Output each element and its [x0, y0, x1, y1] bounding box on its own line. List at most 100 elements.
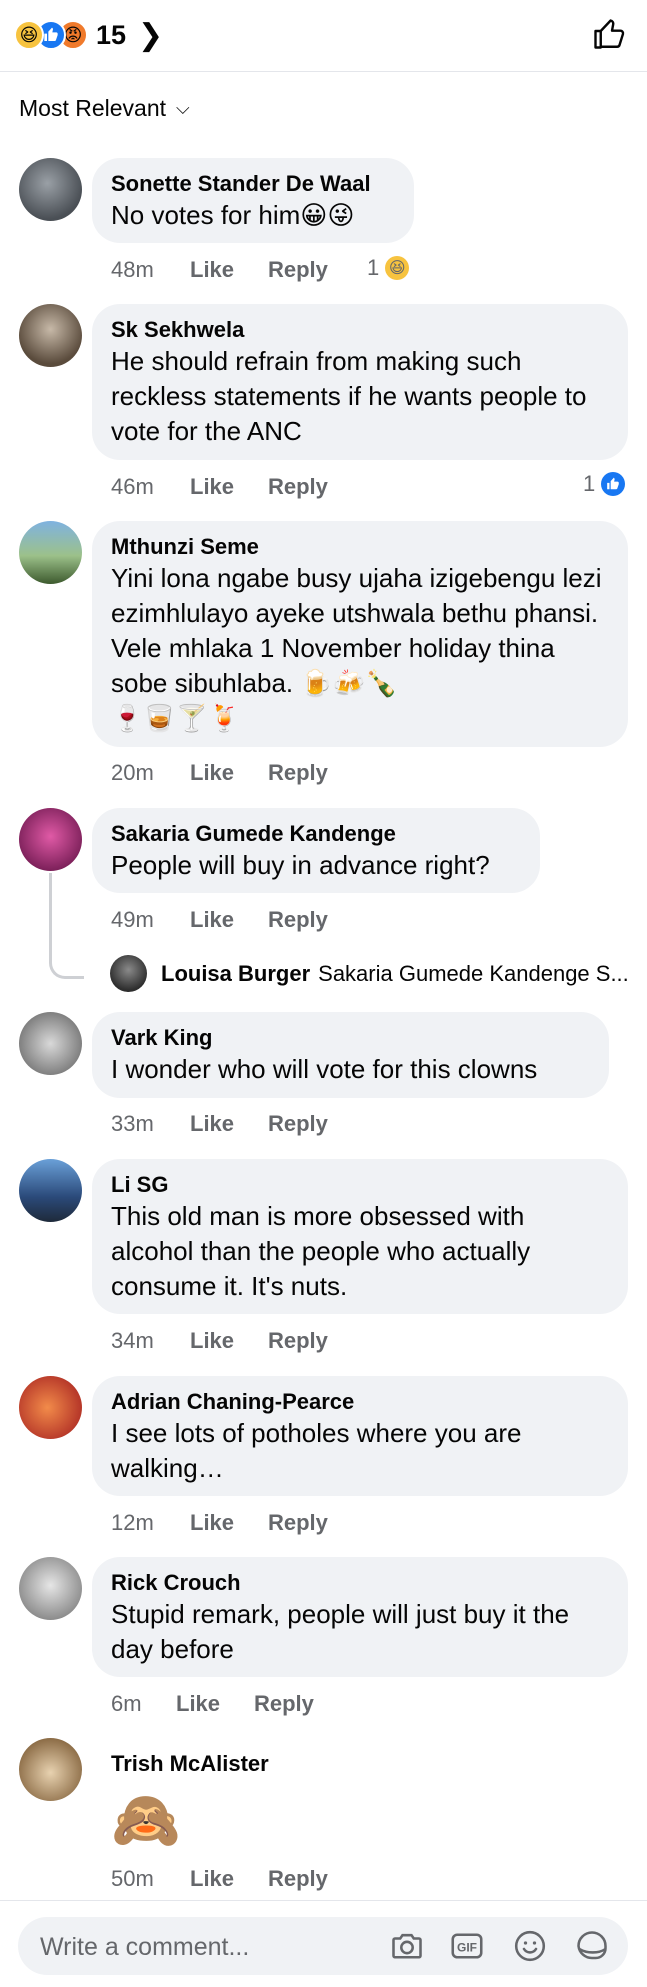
comment-time[interactable]: 12m — [111, 1510, 190, 1536]
comment-time[interactable]: 20m — [111, 760, 190, 786]
avatar[interactable] — [19, 1376, 82, 1439]
avatar[interactable] — [19, 1159, 82, 1222]
like-button[interactable]: Like — [190, 257, 268, 283]
avatar[interactable] — [19, 521, 82, 584]
like-reaction-icon — [601, 472, 626, 496]
like-button[interactable]: Like — [190, 1510, 268, 1536]
comment-actions: 46m Like Reply — [111, 474, 328, 500]
comment-author[interactable]: Sk Sekhwela — [111, 316, 608, 344]
chevron-down-icon: ⌵ — [176, 98, 190, 118]
comment-bubble[interactable]: Vark King I wonder who will vote for thi… — [92, 1012, 609, 1098]
comment-bubble[interactable]: Adrian Chaning-Pearce I see lots of poth… — [92, 1376, 628, 1496]
haha-reaction-icon: 😆 — [14, 20, 44, 50]
comment-actions: 48m Like Reply — [111, 257, 328, 283]
comment-author[interactable]: Sakaria Gumede Kandenge — [111, 820, 520, 848]
like-button[interactable]: Like — [190, 907, 268, 933]
reply-button[interactable]: Reply — [268, 1328, 328, 1354]
comment-input[interactable] — [38, 1917, 382, 1977]
chevron-right-icon[interactable]: ❯ — [138, 18, 163, 53]
comment-text: People will buy in advance right? — [111, 850, 490, 880]
haha-reaction-icon: 😆 — [385, 256, 410, 280]
comment-bubble[interactable]: Mthunzi Seme Yini lona ngabe busy ujaha … — [92, 521, 628, 747]
comment-time[interactable]: 34m — [111, 1328, 190, 1354]
comment-author[interactable]: Li SG — [111, 1171, 608, 1199]
comment-time[interactable]: 48m — [111, 257, 190, 283]
comment-actions: 50m Like Reply — [111, 1866, 328, 1892]
avatar[interactable] — [19, 1557, 82, 1620]
like-button[interactable]: Like — [176, 1691, 254, 1717]
like-button[interactable]: Like — [190, 1328, 268, 1354]
thumbs-up-icon[interactable] — [591, 16, 627, 52]
reply-button[interactable]: Reply — [268, 1866, 328, 1892]
avatar[interactable] — [19, 1012, 82, 1075]
comment-time[interactable]: 6m — [111, 1691, 176, 1717]
comment-author[interactable]: Trish McAlister — [111, 1750, 269, 1778]
reaction-number: 1 — [367, 255, 380, 280]
comment-text: Yini lona ngabe busy ujaha izigebengu le… — [111, 563, 602, 698]
comment-reaction-count[interactable]: 1 — [583, 471, 626, 497]
comment-actions: 34m Like Reply — [111, 1328, 328, 1354]
reply-preview[interactable]: Louisa Burger Sakaria Gumede Kandenge S.… — [110, 955, 629, 992]
comment-emoji-line: 🍷🥃🍸🍹 — [111, 703, 241, 733]
reply-author[interactable]: Louisa Burger — [161, 961, 310, 987]
emoji-icon[interactable] — [511, 1928, 549, 1964]
comment-actions: 33m Like Reply — [111, 1111, 328, 1137]
reaction-number: 1 — [583, 471, 596, 496]
comment-text: No votes for him😀😜 — [111, 200, 355, 230]
camera-icon[interactable] — [388, 1928, 426, 1964]
like-button[interactable]: Like — [190, 1111, 268, 1137]
reply-button[interactable]: Reply — [268, 1111, 328, 1137]
comment-actions: 6m Like Reply — [111, 1691, 314, 1717]
sort-dropdown[interactable]: Most Relevant ⌵ — [19, 95, 190, 122]
comment-author[interactable]: Mthunzi Seme — [111, 533, 608, 561]
comment-actions: 49m Like Reply — [111, 907, 328, 933]
reply-button[interactable]: Reply — [268, 1510, 328, 1536]
svg-text:GIF: GIF — [457, 1940, 477, 1954]
comment-author[interactable]: Vark King — [111, 1024, 589, 1052]
comment-bubble[interactable]: Sakaria Gumede Kandenge People will buy … — [92, 808, 540, 893]
reactions-header: 😆 😡 15 ❯ — [0, 0, 647, 72]
comment-author[interactable]: Sonette Stander De Waal — [111, 170, 394, 198]
reply-button[interactable]: Reply — [268, 907, 328, 933]
reply-button[interactable]: Reply — [268, 474, 328, 500]
avatar[interactable] — [19, 304, 82, 367]
comment-bubble[interactable]: Sk Sekhwela He should refrain from makin… — [92, 304, 628, 460]
reaction-summary[interactable]: 😆 😡 15 ❯ — [14, 18, 163, 52]
avatar[interactable] — [110, 955, 147, 992]
like-button[interactable]: Like — [190, 474, 268, 500]
avatar[interactable] — [19, 1738, 82, 1801]
comment-text: I wonder who will vote for this clowns — [111, 1054, 538, 1084]
comment-actions: 12m Like Reply — [111, 1510, 328, 1536]
reply-button[interactable]: Reply — [268, 760, 328, 786]
gif-icon[interactable]: GIF — [448, 1928, 486, 1964]
comment-time[interactable]: 50m — [111, 1866, 190, 1892]
comment-author[interactable]: Rick Crouch — [111, 1569, 608, 1597]
comment-text: This old man is more obsessed with alcoh… — [111, 1201, 531, 1301]
reply-text: Sakaria Gumede Kandenge S... — [318, 960, 629, 986]
reaction-count: 15 — [96, 19, 127, 50]
sticker-icon[interactable] — [573, 1928, 611, 1964]
avatar[interactable] — [19, 808, 82, 871]
like-button[interactable]: Like — [190, 760, 268, 786]
reply-button[interactable]: Reply — [268, 257, 328, 283]
comment-reaction-count[interactable]: 1 😆 — [367, 255, 410, 281]
thread-connector — [49, 873, 84, 979]
avatar[interactable] — [19, 158, 82, 221]
comment-bubble[interactable]: Rick Crouch Stupid remark, people will j… — [92, 1557, 628, 1677]
comment-author[interactable]: Adrian Chaning-Pearce — [111, 1388, 608, 1416]
comment-text: I see lots of potholes where you are wal… — [111, 1418, 522, 1483]
comment-time[interactable]: 46m — [111, 474, 190, 500]
like-button[interactable]: Like — [190, 1866, 268, 1892]
comment-composer[interactable]: GIF — [18, 1917, 628, 1977]
comment-composer-bar: GIF — [0, 1900, 647, 1987]
sort-label: Most Relevant — [19, 95, 167, 121]
comment-text: He should refrain from making such reckl… — [111, 346, 587, 446]
comment-bubble[interactable]: Li SG This old man is more obsessed with… — [92, 1159, 628, 1314]
reply-button[interactable]: Reply — [254, 1691, 314, 1717]
comment-actions: 20m Like Reply — [111, 760, 328, 786]
comment-bubble[interactable]: Sonette Stander De Waal No votes for him… — [92, 158, 414, 243]
comment-time[interactable]: 49m — [111, 907, 190, 933]
comment-text: Stupid remark, people will just buy it t… — [111, 1599, 570, 1664]
comment-time[interactable]: 33m — [111, 1111, 190, 1137]
sticker-emoji: 🙈 — [111, 1788, 181, 1851]
